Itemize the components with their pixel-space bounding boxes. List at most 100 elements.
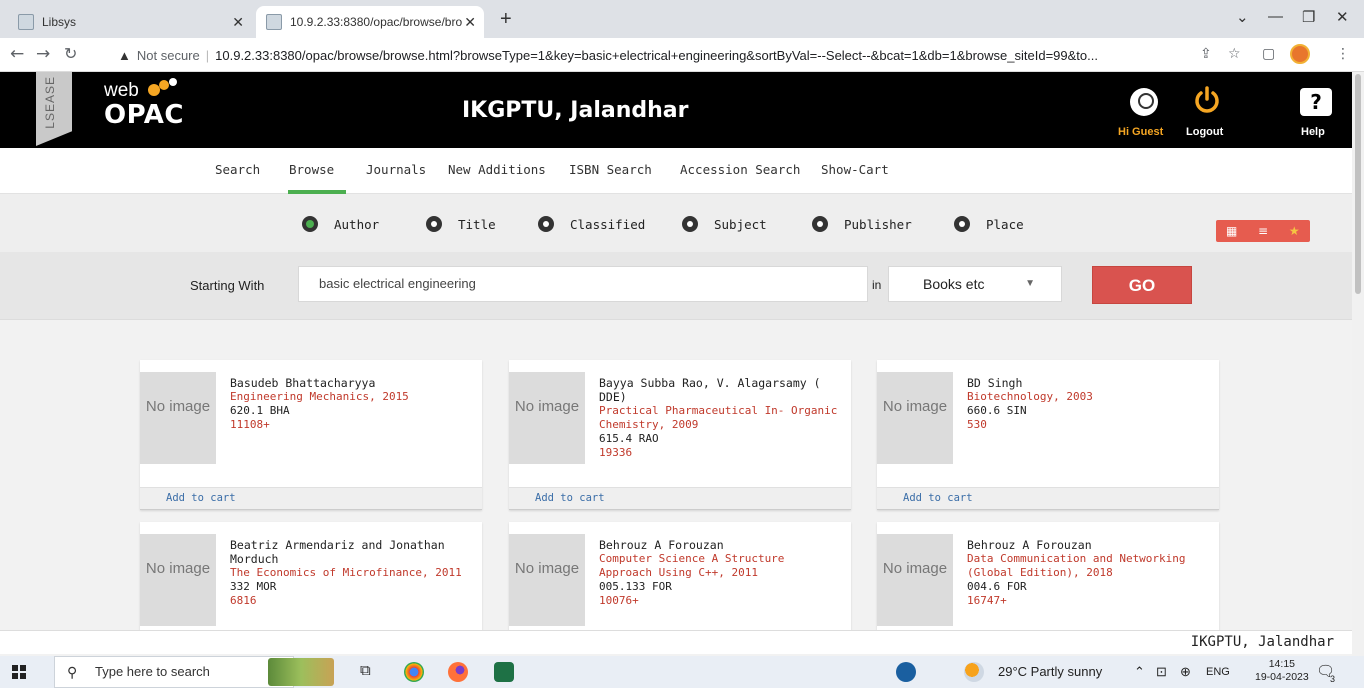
result-accession[interactable]: 10076+ [599, 594, 839, 608]
add-to-cart-link[interactable]: Add to cart [166, 492, 236, 504]
result-title[interactable]: The Economics of Microfinance, 2011 [230, 566, 470, 580]
category-select[interactable]: Books etc ▼ [888, 266, 1062, 302]
result-title[interactable]: Practical Pharmaceutical In- Organic Che… [599, 404, 839, 432]
nav-journals[interactable]: Journals [366, 162, 426, 177]
logout-button[interactable]: Logout [1186, 126, 1223, 138]
scrollbar-thumb[interactable] [1355, 74, 1361, 294]
taskbar-search-input[interactable]: ⚲ Type here to search [54, 656, 294, 688]
no-image-placeholder: No image [877, 534, 953, 626]
language-label[interactable]: ENG [1206, 666, 1230, 678]
user-avatar-icon[interactable] [1130, 88, 1158, 116]
result-accession[interactable]: 530 [967, 418, 1207, 432]
browser-tab-libsys[interactable]: Libsys ✕ [8, 6, 252, 38]
page: Libsys ✕ 10.9.2.33:8380/opac/browse/bro … [0, 0, 1364, 688]
task-view-icon[interactable]: ⧉ [360, 662, 371, 679]
list-view-icon[interactable]: ≡ [1248, 224, 1278, 238]
help-icon[interactable]: ? [1300, 88, 1332, 116]
result-title[interactable]: Computer Science A Structure Approach Us… [599, 552, 839, 580]
go-button[interactable]: GO [1092, 266, 1192, 304]
nav-new-additions[interactable]: New Additions [448, 162, 546, 177]
radio-unselected-icon [538, 216, 554, 232]
result-card[interactable]: No image Behrouz A Forouzan Computer Sci… [509, 522, 851, 630]
radio-selected-icon [302, 216, 318, 232]
network-icon[interactable]: ⊡ [1156, 664, 1167, 680]
result-title[interactable]: Data Communication and Networking (Globa… [967, 552, 1207, 580]
result-call-number: 004.6 FOR [967, 580, 1027, 593]
result-card[interactable]: No image Beatriz Armendariz and Jonathan… [140, 522, 482, 630]
forward-icon[interactable]: → [36, 44, 50, 64]
lsease-badge: LSEASE [36, 72, 72, 146]
result-accession[interactable]: 19336 [599, 446, 839, 460]
nav-isbn-search[interactable]: ISBN Search [569, 162, 652, 177]
radio-classified[interactable]: Classified [538, 216, 645, 232]
firefox-icon[interactable] [448, 662, 468, 682]
chrome-icon[interactable] [404, 662, 424, 682]
bookmark-star-icon[interactable]: ☆ [1228, 46, 1241, 62]
grid-view-icon[interactable]: ▦ [1217, 224, 1247, 238]
add-to-cart-link[interactable]: Add to cart [535, 492, 605, 504]
main-nav: Search Browse Journals New Additions ISB… [0, 148, 1352, 194]
power-icon[interactable] [1194, 86, 1220, 114]
result-card[interactable]: No image Basudeb Bhattacharyya Engineeri… [140, 360, 482, 510]
back-icon[interactable]: ← [10, 44, 24, 64]
guest-label[interactable]: Hi Guest [1118, 126, 1163, 138]
close-window-icon[interactable]: ✕ [1336, 8, 1349, 26]
close-tab-icon[interactable]: ✕ [464, 14, 476, 31]
radio-unselected-icon [426, 216, 442, 232]
windows-start-icon[interactable] [12, 665, 26, 679]
page-scrollbar[interactable] [1352, 72, 1364, 656]
reload-icon[interactable]: ↻ [64, 44, 77, 63]
tab-search-chevron-icon[interactable]: ⌄ [1236, 8, 1249, 26]
browser-menu-icon[interactable]: ⋮ [1336, 46, 1350, 62]
side-panel-icon[interactable]: ▢ [1262, 46, 1275, 62]
url-field[interactable]: ▲ Not secure | 10.9.2.33:8380/opac/brows… [118, 43, 1248, 67]
result-author: Behrouz A Forouzan [599, 538, 724, 552]
app-title: IKGPTU, Jalandhar [462, 98, 689, 123]
result-accession[interactable]: 11108+ [230, 418, 470, 432]
result-card[interactable]: No image Bayya Subba Rao, V. Alagarsamy … [509, 360, 851, 510]
taskbar-search-placeholder: Type here to search [95, 664, 210, 679]
radio-title[interactable]: Title [426, 216, 496, 232]
share-icon[interactable]: ⇪ [1200, 46, 1212, 62]
add-to-cart-link[interactable]: Add to cart [903, 492, 973, 504]
excel-icon[interactable] [494, 662, 514, 682]
result-title[interactable]: Engineering Mechanics, 2015 [230, 390, 470, 404]
result-card[interactable]: No image Behrouz A Forouzan Data Communi… [877, 522, 1219, 630]
help-tray-icon[interactable] [896, 662, 916, 682]
close-tab-icon[interactable]: ✕ [232, 14, 244, 31]
search-highlight-image[interactable] [268, 658, 334, 686]
nav-search[interactable]: Search [215, 162, 260, 177]
search-input[interactable]: basic electrical engineering [298, 266, 868, 302]
weather-text[interactable]: 29°C Partly sunny [998, 664, 1102, 679]
nav-accession-search[interactable]: Accession Search [680, 162, 800, 177]
nav-show-cart[interactable]: Show-Cart [821, 162, 889, 177]
result-call-number: 615.4 RAO [599, 432, 659, 445]
extension-icon[interactable] [1290, 44, 1310, 64]
result-accession[interactable]: 6816 [230, 594, 470, 608]
result-card[interactable]: No image BD Singh Biotechnology, 2003 66… [877, 360, 1219, 510]
language-globe-icon[interactable]: ⊕ [1180, 664, 1191, 680]
category-value: Books etc [923, 276, 985, 292]
result-accession[interactable]: 16747+ [967, 594, 1207, 608]
radio-author[interactable]: Author [302, 216, 379, 232]
browser-tab-opac[interactable]: 10.9.2.33:8380/opac/browse/bro ✕ [256, 6, 484, 38]
result-call-number: 332 MOR [230, 580, 277, 593]
favorite-view-icon[interactable]: ★ [1279, 224, 1309, 238]
tray-chevron-up-icon[interactable]: ⌃ [1134, 664, 1145, 680]
footer-text: IKGPTU, Jalandhar [1190, 634, 1334, 650]
radio-subject[interactable]: Subject [682, 216, 767, 232]
result-title[interactable]: Biotechnology, 2003 [967, 390, 1207, 404]
no-image-placeholder: No image [877, 372, 953, 464]
radio-place[interactable]: Place [954, 216, 1024, 232]
restore-icon[interactable]: ❐ [1302, 8, 1315, 26]
nav-browse[interactable]: Browse [289, 162, 334, 177]
minimize-icon[interactable]: — [1268, 8, 1283, 25]
radio-publisher[interactable]: Publisher [812, 216, 912, 232]
taskbar-clock[interactable]: 14:15 19-04-2023 [1255, 658, 1309, 684]
new-tab-icon[interactable]: + [500, 8, 512, 31]
help-button[interactable]: Help [1301, 126, 1325, 138]
radio-unselected-icon [682, 216, 698, 232]
no-image-placeholder: No image [140, 372, 216, 464]
footer: IKGPTU, Jalandhar [0, 630, 1352, 654]
result-author: BD Singh [967, 376, 1023, 390]
